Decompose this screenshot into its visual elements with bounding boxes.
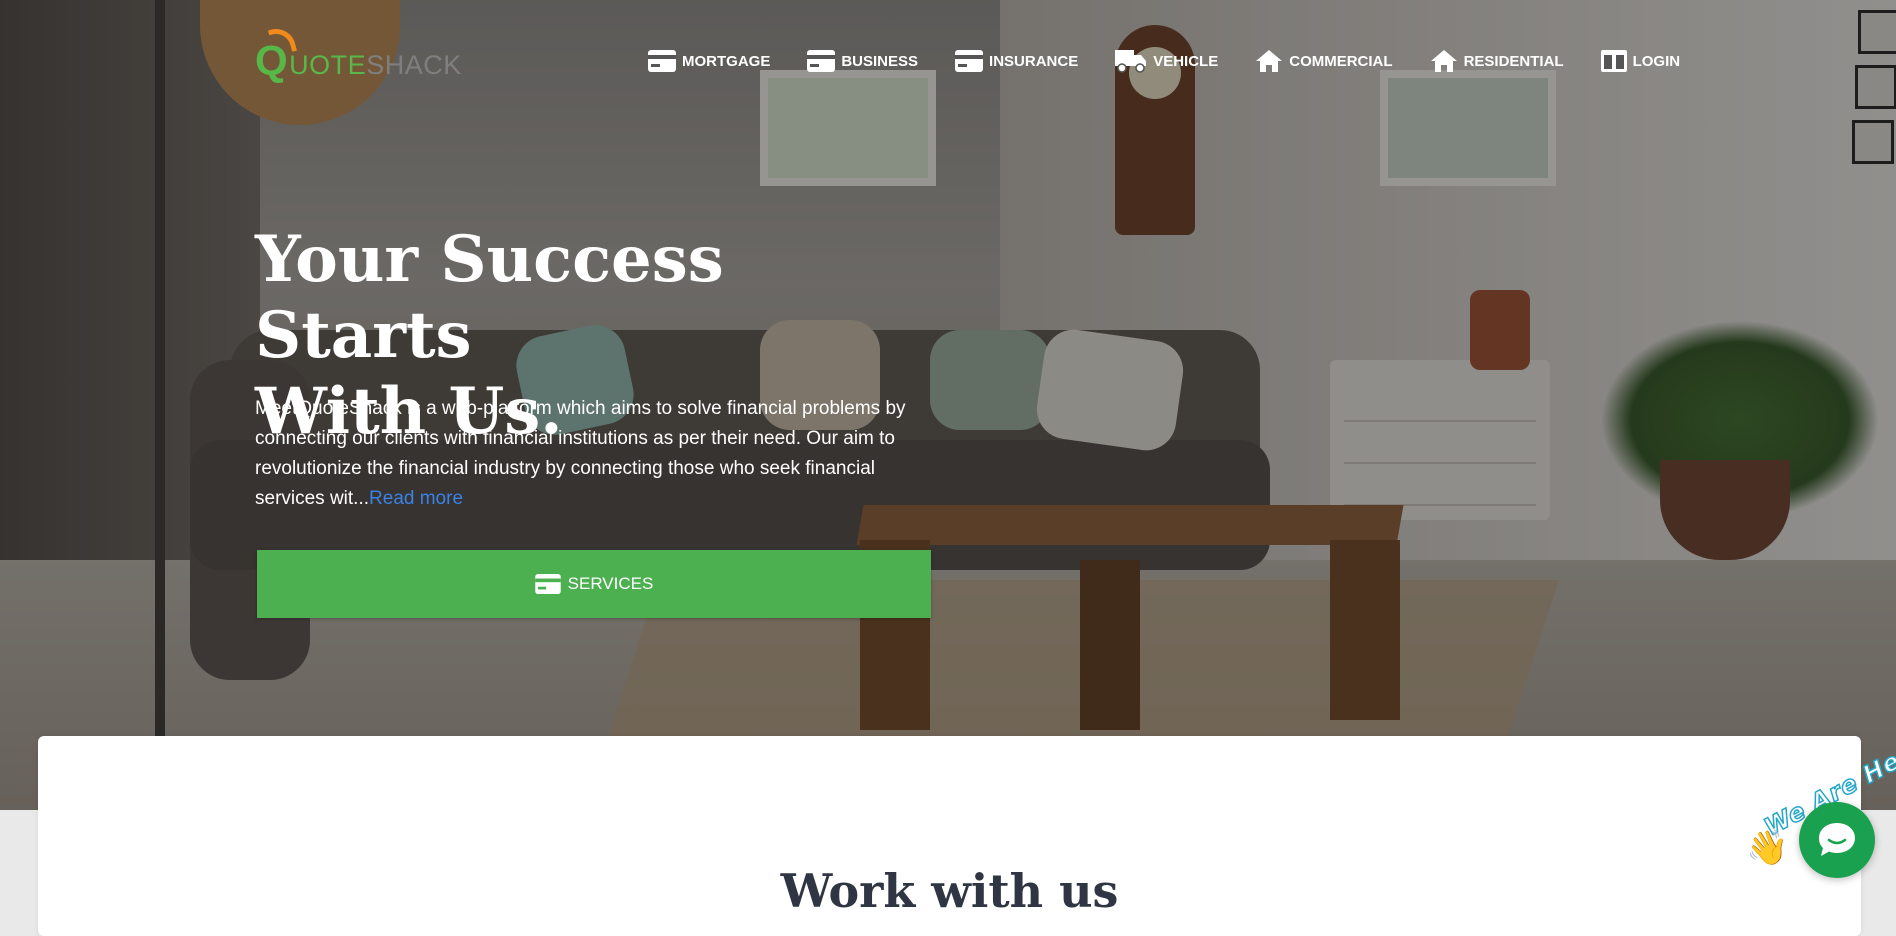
section-title: Work with us [780,864,1119,918]
hero-title-line-1: Your Success Starts [255,222,724,373]
logo-q-letter: Q [255,37,289,84]
nav-item-vehicle[interactable]: VEHICLE [1115,48,1218,74]
home-icon [1256,50,1283,72]
nav-item-label: VEHICLE [1153,52,1219,70]
services-button-label: SERVICES [567,574,654,593]
nav-item-label: INSURANCE [989,52,1079,70]
quoteshack-logo[interactable]: Q UOTESHACK [255,25,462,85]
credit-card-icon [955,50,984,72]
nav-item-label: COMMERCIAL [1289,52,1393,70]
nav-item-login[interactable]: LOGIN [1600,50,1681,72]
nav-item-label: RESIDENTIAL [1463,52,1564,70]
nav-item-label: LOGIN [1632,52,1681,70]
logo-shack: SHACK [366,50,462,80]
hero-description: MeetQuoteShack is a web-platform which a… [255,394,935,514]
nav-item-insurance[interactable]: INSURANCE [955,50,1078,72]
nav-item-label: BUSINESS [841,52,919,70]
credit-card-icon [648,50,676,72]
truck-icon [1115,50,1147,73]
read-more-link[interactable]: Read more [369,488,463,509]
nav-item-business[interactable]: BUSINESS [807,50,918,72]
nav-item-label: MORTGAGE [682,52,771,70]
hero-section: Q UOTESHACK MORTGAGE BUSINESS INSURANCE … [0,0,1896,810]
waving-hand-icon: 👋 [1746,829,1789,867]
work-with-us-section: Work with us [38,736,1861,936]
chat-widget: We Are Here! 👋 [1740,726,1896,899]
nav-item-residential[interactable]: RESIDENTIAL [1430,49,1564,73]
services-button[interactable]: SERVICES [257,550,931,618]
logo-uote: UOTE [289,50,367,80]
nav-item-commercial[interactable]: COMMERCIAL [1255,49,1393,73]
open-chat-button[interactable] [1799,802,1875,878]
home-icon [1430,50,1457,72]
main-nav: MORTGAGE BUSINESS INSURANCE VEHICLE COMM… [648,48,1680,74]
hero-description-text: MeetQuoteShack is a web-platform which a… [255,398,906,509]
columns-icon [1600,50,1627,72]
credit-card-icon [807,50,836,72]
nav-item-mortgage[interactable]: MORTGAGE [648,50,770,72]
credit-card-icon [534,574,561,594]
chat-bubble-icon [1819,823,1855,856]
